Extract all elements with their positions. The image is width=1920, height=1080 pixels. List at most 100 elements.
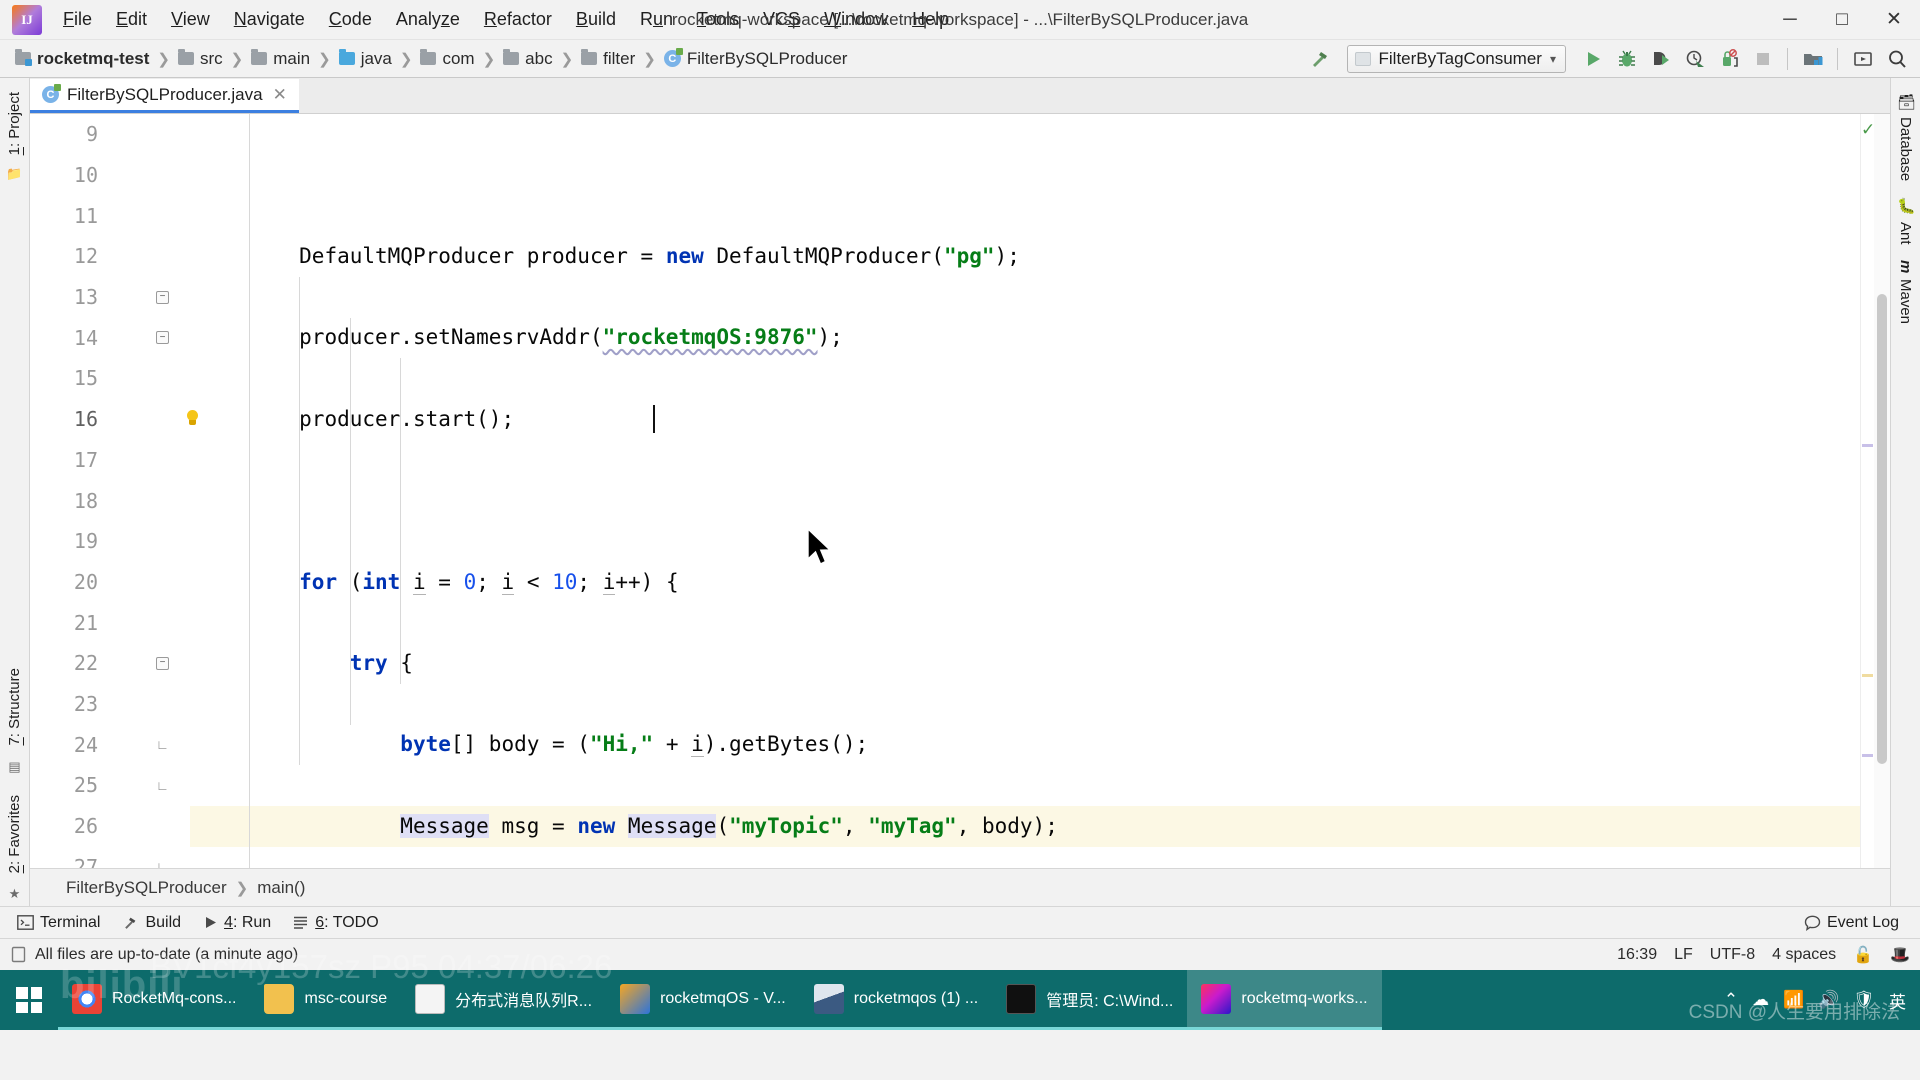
code-text-pane[interactable]: DefaultMQProducer producer = new Default… bbox=[190, 114, 1860, 868]
fold-collapse-icon[interactable]: − bbox=[156, 290, 169, 304]
status-encoding[interactable]: UTF-8 bbox=[1710, 946, 1755, 964]
menu-item-navigate[interactable]: Navigate bbox=[223, 5, 316, 34]
sidebar-item-favorites[interactable]: 2: Favorites bbox=[1, 787, 28, 881]
gutter-line[interactable]: 19 bbox=[30, 521, 190, 562]
maximize-button[interactable]: □ bbox=[1816, 0, 1868, 40]
fold-end-icon[interactable]: ∟ bbox=[156, 860, 169, 868]
gutter-line[interactable]: 9 bbox=[30, 114, 190, 155]
menu-item-view[interactable]: View bbox=[160, 5, 221, 34]
windows-start-icon[interactable] bbox=[0, 970, 58, 1030]
code-line[interactable]: for (int i = 0; i < 10; i++) { bbox=[190, 562, 1860, 603]
fold-collapse-icon[interactable]: − bbox=[156, 331, 169, 345]
ime-indicator[interactable]: 英 bbox=[1889, 988, 1906, 1013]
taskbar-item-typora[interactable]: 分布式消息队列R... bbox=[401, 970, 607, 1030]
tool-window-build[interactable]: Build bbox=[113, 911, 190, 935]
status-line-separator[interactable]: LF bbox=[1674, 946, 1693, 964]
taskbar-item-rocketmqos-1[interactable]: rocketmqos (1) ... bbox=[799, 970, 993, 1030]
breadcrumb-item-src[interactable]: src bbox=[173, 47, 228, 71]
editor-scrollbar[interactable] bbox=[1874, 114, 1890, 868]
code-line[interactable] bbox=[190, 480, 1860, 521]
taskbar-item-rocketmqos-vm[interactable]: rocketmqOS - V... bbox=[606, 970, 800, 1030]
gutter-line[interactable]: 11 bbox=[30, 195, 190, 236]
gutter-line[interactable]: 26 bbox=[30, 806, 190, 847]
sidebar-item-ant[interactable]: 🐛 Ant bbox=[1892, 189, 1920, 252]
chevron-up-icon[interactable]: ⌃ bbox=[1724, 990, 1738, 1010]
close-icon[interactable]: ✕ bbox=[271, 85, 289, 105]
project-structure-button[interactable] bbox=[1797, 44, 1828, 74]
gutter-line[interactable]: 14 − bbox=[30, 317, 190, 358]
code-line[interactable]: producer.setNamesrvAddr("rocketmqOS:9876… bbox=[190, 317, 1860, 358]
annotation-gutter[interactable]: ✓ bbox=[1860, 114, 1875, 868]
menu-item-vcs[interactable]: VCS bbox=[752, 5, 811, 34]
run-configuration-selector[interactable]: FilterByTagConsumer ▾ bbox=[1346, 44, 1566, 73]
code-line[interactable]: producer.start(); bbox=[190, 399, 1860, 440]
status-indent[interactable]: 4 spaces bbox=[1772, 946, 1836, 964]
tool-window-run[interactable]: 4: Run bbox=[194, 911, 280, 935]
sidebar-item-project[interactable]: 1: Project bbox=[1, 84, 28, 163]
menu-item-window[interactable]: Window bbox=[813, 5, 899, 34]
tool-window-terminal[interactable]: Terminal bbox=[8, 911, 109, 935]
gutter-line[interactable]: 16 bbox=[30, 399, 198, 440]
cloud-icon[interactable]: ☁ bbox=[1752, 990, 1769, 1010]
gutter-line[interactable]: 21 bbox=[30, 602, 190, 643]
gutter-line[interactable]: 22 − bbox=[30, 643, 190, 684]
gutter-line[interactable]: 17 bbox=[30, 440, 190, 481]
breadcrumb-item-filter[interactable]: filter bbox=[576, 47, 640, 71]
code-line[interactable]: byte[] body = ("Hi," + i).getBytes(); bbox=[190, 724, 1860, 765]
gutter-line[interactable]: 20 bbox=[30, 562, 190, 603]
menu-item-build[interactable]: Build bbox=[565, 5, 627, 34]
shield-icon[interactable]: 🛡 bbox=[1853, 990, 1875, 1010]
menu-item-run[interactable]: Run bbox=[629, 5, 684, 34]
scrollbar-thumb[interactable] bbox=[1877, 294, 1887, 764]
gutter-line[interactable]: 18 bbox=[30, 480, 190, 521]
menu-item-help[interactable]: Help bbox=[901, 5, 960, 34]
tool-window-todo[interactable]: 6: TODO bbox=[284, 911, 387, 935]
sidebar-item-structure[interactable]: 7: Structure bbox=[1, 660, 28, 754]
attach-profiler-button[interactable] bbox=[1713, 44, 1744, 74]
menu-item-tools[interactable]: Tools bbox=[686, 5, 750, 34]
gutter-line[interactable]: 15 bbox=[30, 358, 190, 399]
updates-button[interactable] bbox=[1847, 44, 1878, 74]
taskbar-item-intellij[interactable]: rocketmq-works... bbox=[1187, 970, 1382, 1030]
menu-item-edit[interactable]: Edit bbox=[105, 5, 158, 34]
code-line[interactable]: DefaultMQProducer producer = new Default… bbox=[190, 236, 1860, 277]
taskbar-item-msc-course[interactable]: msc-course bbox=[250, 970, 402, 1030]
menu-item-refactor[interactable]: Refactor bbox=[473, 5, 563, 34]
build-project-button[interactable] bbox=[1305, 44, 1336, 74]
run-with-coverage-button[interactable] bbox=[1645, 44, 1676, 74]
volume-icon[interactable]: 🔊 bbox=[1818, 990, 1839, 1010]
unlock-icon[interactable]: 🔓 bbox=[1853, 945, 1873, 965]
fold-end-icon[interactable]: ∟ bbox=[156, 779, 169, 792]
gutter-line[interactable]: 24 ∟ bbox=[30, 724, 190, 765]
network-icon[interactable]: 📶 bbox=[1783, 990, 1804, 1010]
close-button[interactable]: ✕ bbox=[1868, 0, 1920, 40]
footer-breadcrumb-class[interactable]: FilterBySQLProducer bbox=[60, 876, 233, 900]
gutter-line[interactable]: 12 bbox=[30, 236, 190, 277]
menu-item-code[interactable]: Code bbox=[318, 5, 383, 34]
breadcrumb-item-com[interactable]: com bbox=[415, 47, 479, 71]
editor-tab-filterbysqlproducer[interactable]: FilterBySQLProducer.java ✕ bbox=[30, 79, 299, 113]
search-everywhere-button[interactable] bbox=[1881, 44, 1912, 74]
editor-gutter[interactable]: 9 10 11 12 13 − 14 − 15 16 17 18 19 20 21 22 − 23 24 ∟ 25 ∟ 26… bbox=[30, 114, 198, 868]
taskbar-item-cmd[interactable]: 管理员: C:\Wind... bbox=[992, 970, 1188, 1030]
breadcrumb-item-abc[interactable]: abc bbox=[498, 47, 557, 71]
fold-end-icon[interactable]: ∟ bbox=[156, 738, 169, 751]
gutter-line[interactable]: 10 bbox=[30, 155, 190, 196]
tool-window-event-log[interactable]: Event Log bbox=[1795, 911, 1908, 935]
gutter-line[interactable]: 23 bbox=[30, 684, 190, 725]
hector-icon[interactable]: 🎩 bbox=[1890, 945, 1910, 965]
fold-collapse-icon[interactable]: − bbox=[156, 656, 169, 670]
sidebar-item-maven[interactable]: m Maven bbox=[1892, 252, 1919, 332]
stop-button[interactable] bbox=[1747, 44, 1778, 74]
breadcrumb-item-java[interactable]: java bbox=[334, 47, 397, 71]
menu-item-file[interactable]: FFileile bbox=[52, 5, 103, 34]
code-line[interactable]: Message msg = new Message("myTopic", "my… bbox=[190, 805, 1860, 847]
sidebar-item-database[interactable]: 🗃 Database bbox=[1892, 84, 1920, 189]
code-line[interactable]: try { bbox=[190, 643, 1860, 684]
code-area[interactable]: 9 10 11 12 13 − 14 − 15 16 17 18 19 20 21 22 − 23 24 ∟ 25 ∟ 26… bbox=[30, 114, 1890, 868]
gutter-line[interactable]: 25 ∟ bbox=[30, 765, 190, 806]
profile-button[interactable] bbox=[1679, 44, 1710, 74]
breadcrumb-item-filterbysqlproducer[interactable]: FilterBySQLProducer bbox=[659, 47, 853, 71]
menu-item-analyze[interactable]: Analyze bbox=[385, 5, 471, 34]
gutter-line[interactable]: 13 − bbox=[30, 277, 190, 318]
